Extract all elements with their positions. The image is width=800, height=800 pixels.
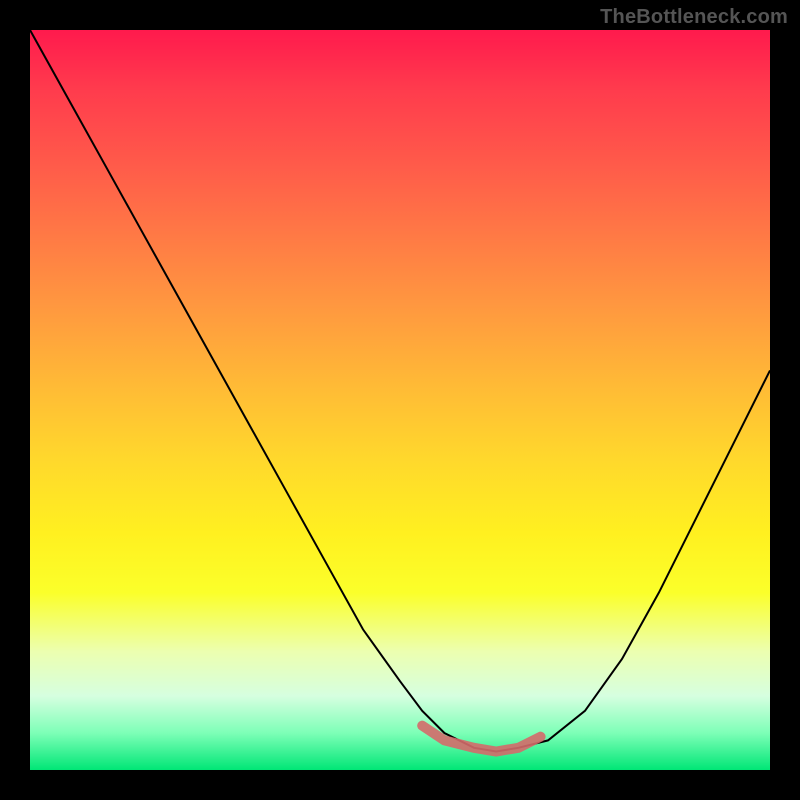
curve-svg <box>30 30 770 770</box>
watermark-label: TheBottleneck.com <box>600 6 788 29</box>
plot-area <box>30 30 770 770</box>
bottleneck-chart: TheBottleneck.com <box>0 0 800 800</box>
bottleneck-curve-line <box>30 30 770 752</box>
